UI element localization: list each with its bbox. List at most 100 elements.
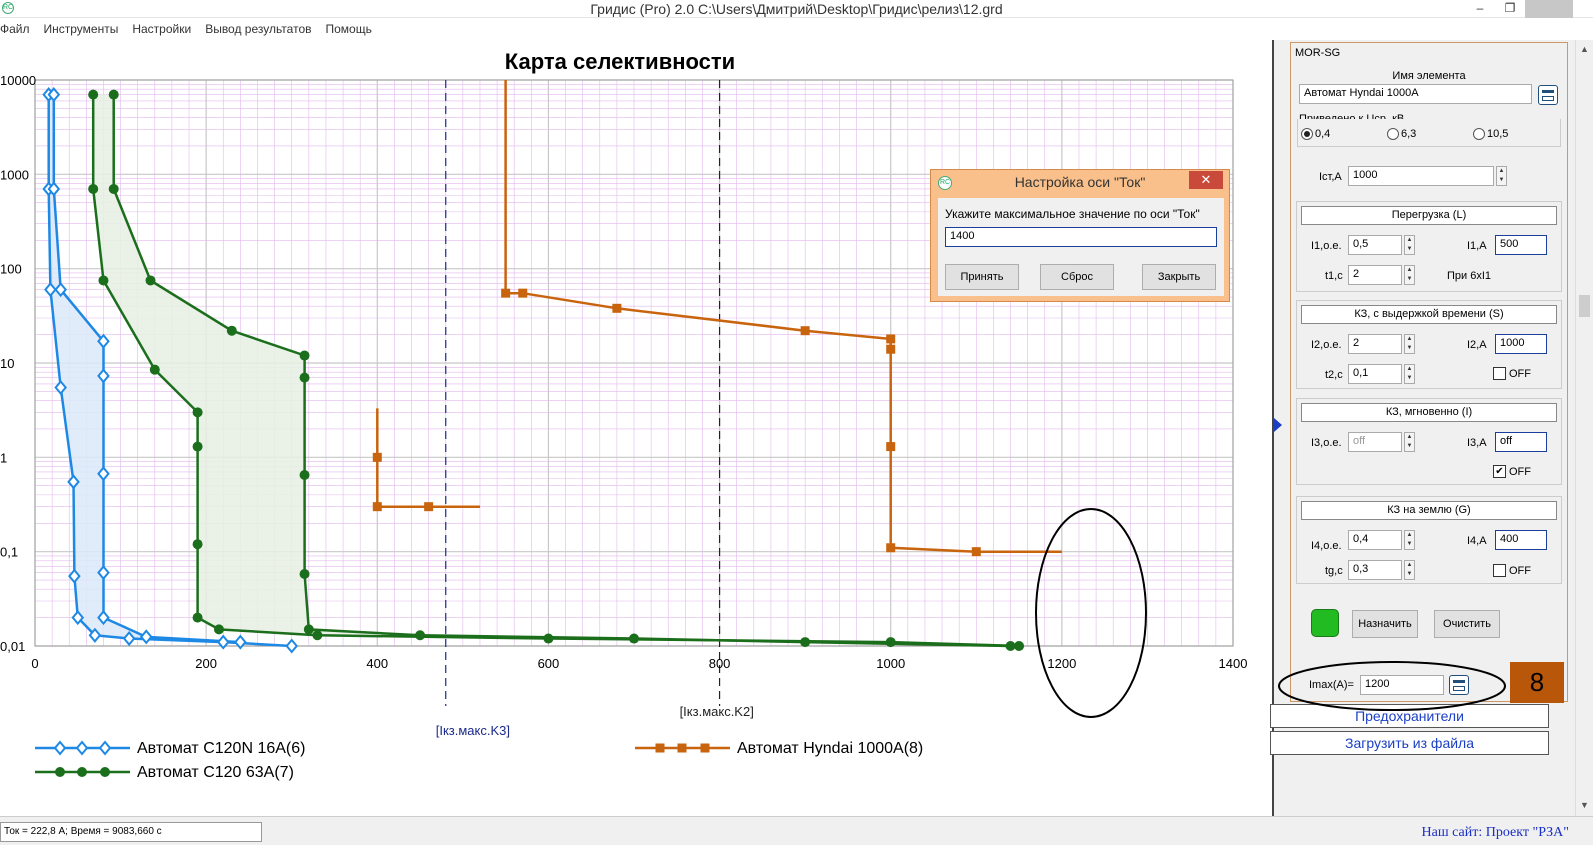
voltage-radio-105[interactable]	[1473, 128, 1485, 140]
data-point	[299, 568, 310, 579]
restore-button[interactable]: ❐	[1495, 0, 1525, 18]
i1a-field[interactable]: 500	[1495, 235, 1547, 255]
voltage-radio-04[interactable]	[1301, 128, 1313, 140]
t1-spinner[interactable]: ▲ ▼	[1404, 265, 1415, 285]
scroll-down-icon[interactable]: ▼	[1580, 800, 1589, 810]
i2oe-field[interactable]: 2	[1348, 334, 1402, 354]
collapse-arrow-icon[interactable]	[1274, 418, 1282, 432]
accept-button[interactable]: Принять	[945, 264, 1019, 290]
i4oe-field[interactable]: 0,4	[1348, 530, 1402, 550]
y-tick-label: 0,01	[0, 639, 25, 654]
selectivity-chart[interactable]: Карта селективности [Iкз.макс.K3] [Iкз.ма…	[0, 40, 1272, 816]
short-delay-title: КЗ, с выдержкой времени (S)	[1301, 305, 1557, 324]
y-tick-label: 0,1	[0, 545, 18, 560]
close-button[interactable]	[1525, 0, 1573, 18]
legend-marker	[75, 740, 89, 756]
i2a-field[interactable]: 1000	[1495, 334, 1547, 354]
data-point	[886, 344, 896, 354]
axis-max-input[interactable]: 1400	[945, 227, 1217, 247]
website-link[interactable]: Наш сайт: Проект "РЗА"	[1422, 825, 1569, 841]
legend-marker	[700, 743, 710, 753]
imax-save-icon[interactable]	[1449, 675, 1469, 695]
ist-label: Iст,А	[1319, 171, 1342, 183]
minimize-button[interactable]: –	[1465, 0, 1495, 18]
color-swatch[interactable]	[1311, 609, 1339, 637]
voltage-radio-63[interactable]	[1387, 128, 1399, 140]
ground-title: КЗ на землю (G)	[1301, 501, 1557, 520]
imax-field[interactable]: 1200	[1360, 675, 1444, 695]
save-icon[interactable]	[1538, 85, 1558, 105]
chart-area[interactable]: Карта селективности [Iкз.макс.K3] [Iкз.ма…	[0, 40, 1272, 816]
data-point	[886, 334, 896, 344]
vertical-scrollbar[interactable]: ▲ ▼	[1575, 40, 1593, 816]
window-title: Гридис (Pro) 2.0 C:\Users\Дмитрий\Deskto…	[590, 1, 1003, 17]
data-point	[303, 624, 314, 635]
dialog-app-icon: RC	[938, 176, 952, 190]
x-tick-label: 200	[195, 656, 217, 671]
i3oe-spinner[interactable]: ▲ ▼	[1404, 432, 1415, 452]
i3a-field[interactable]: off	[1495, 432, 1547, 452]
ist-spinner[interactable]: ▲ ▼	[1496, 166, 1507, 186]
data-point	[886, 543, 896, 553]
axis-settings-dialog: RC Настройка оси "Ток" ✕ Укажите максима…	[930, 169, 1230, 302]
data-point	[415, 630, 426, 641]
legend-marker	[55, 767, 65, 777]
x-tick-label: 1000	[876, 656, 905, 671]
clear-button[interactable]: Очистить	[1434, 610, 1500, 638]
i1a-label: I1,A	[1467, 240, 1487, 252]
t1-field[interactable]: 2	[1348, 265, 1402, 285]
i3oe-label: I3,o.e.	[1311, 437, 1342, 449]
menu-file[interactable]: Файл	[0, 22, 30, 36]
y-tick-label: 1000	[0, 167, 29, 182]
data-point	[612, 303, 622, 313]
legend-marker	[677, 743, 687, 753]
i1oe-field[interactable]: 0,5	[1348, 235, 1402, 255]
instant-off-checkbox[interactable]: ✔	[1493, 465, 1506, 478]
short-delay-off-checkbox[interactable]	[1493, 367, 1506, 380]
i4oe-spinner[interactable]: ▲ ▼	[1404, 530, 1415, 550]
menu-tools[interactable]: Инструменты	[44, 22, 119, 36]
data-point	[543, 633, 554, 644]
scroll-thumb[interactable]	[1579, 295, 1590, 317]
instant-title: КЗ, мгновенно (I)	[1301, 403, 1557, 422]
data-point	[149, 364, 160, 375]
ist-field[interactable]: 1000	[1348, 166, 1494, 186]
dialog-close-icon[interactable]: ✕	[1189, 171, 1223, 189]
legend-marker	[655, 743, 665, 753]
t2-field[interactable]: 0,1	[1348, 364, 1402, 384]
i1oe-spinner[interactable]: ▲ ▼	[1404, 235, 1415, 255]
data-point	[285, 638, 299, 654]
series-band	[93, 94, 1020, 647]
tg-spinner[interactable]: ▲ ▼	[1404, 560, 1415, 580]
i3oe-field[interactable]: off	[1348, 432, 1402, 452]
dialog-close-button[interactable]: Закрыть	[1142, 264, 1216, 290]
ground-off-checkbox[interactable]	[1493, 564, 1506, 577]
reset-button[interactable]: Сброс	[1040, 264, 1114, 290]
legend-marker	[98, 740, 112, 756]
x-tick-label: 1200	[1047, 656, 1076, 671]
data-point	[1014, 641, 1025, 651]
i2oe-spinner[interactable]: ▲ ▼	[1404, 334, 1415, 354]
tg-label: tg,c	[1325, 565, 1343, 577]
x-tick-label: 0	[31, 656, 38, 671]
data-point	[372, 502, 382, 512]
tg-field[interactable]: 0,3	[1348, 560, 1402, 580]
menu-settings[interactable]: Настройки	[132, 22, 191, 36]
chart-title: Карта селективности	[505, 49, 735, 74]
assign-button[interactable]: Назначить	[1352, 610, 1418, 638]
i4a-field[interactable]: 400	[1495, 530, 1547, 550]
legend-label: Автомат C120N 16A(6)	[137, 740, 305, 757]
legend-label: Автомат C120 63A(7)	[137, 764, 294, 781]
y-tick-label: 10	[0, 356, 14, 371]
x-tick-label: 1400	[1219, 656, 1248, 671]
element-number-badge: 8	[1510, 662, 1564, 703]
element-name-field[interactable]: Автомат Hyndai 1000A	[1299, 84, 1532, 104]
t2-spinner[interactable]: ▲ ▼	[1404, 364, 1415, 384]
dialog-body: Укажите максимальное значение по оси "То…	[938, 198, 1224, 296]
panel-header: MOR-SG	[1295, 47, 1341, 59]
menu-help[interactable]: Помощь	[326, 22, 372, 36]
menu-output[interactable]: Вывод результатов	[205, 22, 311, 36]
scroll-up-icon[interactable]: ▲	[1580, 44, 1589, 54]
data-point	[145, 275, 156, 286]
load-file-button[interactable]: Загрузить из файла	[1270, 731, 1549, 755]
